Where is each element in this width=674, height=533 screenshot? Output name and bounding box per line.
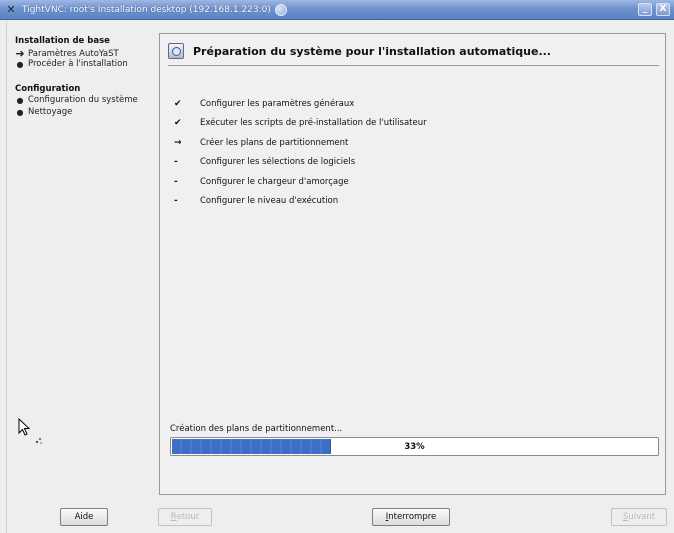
- panel-header: Préparation du système pour l'installati…: [168, 40, 659, 62]
- abort-button[interactable]: Interrompre: [372, 508, 450, 526]
- step-label: Configurer les paramètres généraux: [200, 98, 355, 109]
- bullet-icon: ●: [16, 59, 24, 69]
- window-title: TightVNC: root's Installation desktop (1…: [22, 4, 271, 15]
- sidebar-item-label: Nettoyage: [28, 107, 73, 117]
- status-text: Création des plans de partitionnement...: [170, 424, 343, 434]
- step-label: Créer les plans de partitionnement: [200, 137, 349, 148]
- list-item: ✔ Configurer les paramètres généraux: [172, 94, 427, 114]
- arrow-right-icon: →: [174, 137, 182, 148]
- progress-bar: 33%: [170, 437, 659, 456]
- sidebar-item-installation: ● Procéder à l'installation: [15, 59, 128, 69]
- minimize-button[interactable]: _: [638, 3, 652, 16]
- list-item: → Créer les plans de partitionnement: [172, 133, 427, 153]
- check-icon: ✔: [174, 118, 182, 129]
- list-item: - Configurer le niveau d'exécution: [172, 192, 427, 212]
- sidebar-heading-base: Installation de base: [15, 36, 110, 46]
- dash-icon: -: [174, 176, 178, 187]
- divider: [168, 65, 659, 66]
- installation-icon: [168, 43, 184, 59]
- swirl-icon: [274, 3, 287, 16]
- list-item: - Configurer les sélections de logiciels: [172, 153, 427, 173]
- dash-icon: -: [174, 196, 178, 207]
- step-label: Configurer le chargeur d'amorçage: [200, 176, 349, 187]
- main-panel: Préparation du système pour l'installati…: [159, 33, 666, 495]
- step-label: Configurer les sélections de logiciels: [200, 157, 356, 168]
- app-icon: ✕: [6, 3, 16, 16]
- list-item: - Configurer le chargeur d'amorçage: [172, 172, 427, 192]
- step-list: ✔ Configurer les paramètres généraux ✔ E…: [172, 94, 427, 211]
- check-icon: ✔: [174, 98, 182, 109]
- sidebar-item-label: Configuration du système: [28, 95, 138, 105]
- back-button[interactable]: Retour: [158, 508, 212, 526]
- window-titlebar[interactable]: ✕ TightVNC: root's Installation desktop …: [0, 0, 674, 20]
- bullet-icon: ●: [16, 107, 24, 117]
- sidebar-item-label: Paramètres AutoYaST: [28, 48, 119, 59]
- sidebar-item-label: Procéder à l'installation: [28, 59, 128, 69]
- sidebar-item-cleanup: ● Nettoyage: [15, 107, 73, 117]
- sidebar-item-system-config: ● Configuration du système: [15, 95, 138, 105]
- step-label: Exécuter les scripts de pré-installation…: [200, 118, 427, 129]
- step-label: Configurer le niveau d'exécution: [200, 196, 339, 207]
- mouse-cursor-icon: [17, 417, 57, 447]
- page-title: Préparation du système pour l'installati…: [193, 44, 551, 58]
- progress-label: 33%: [404, 441, 425, 452]
- sidebar-heading-configuration: Configuration: [15, 84, 81, 94]
- next-button[interactable]: Suivant: [611, 508, 667, 526]
- help-button[interactable]: Aide: [60, 508, 108, 526]
- close-button[interactable]: X: [656, 3, 670, 16]
- dash-icon: -: [174, 157, 178, 168]
- list-item: ✔ Exécuter les scripts de pré-installati…: [172, 114, 427, 134]
- bullet-icon: ●: [16, 95, 24, 105]
